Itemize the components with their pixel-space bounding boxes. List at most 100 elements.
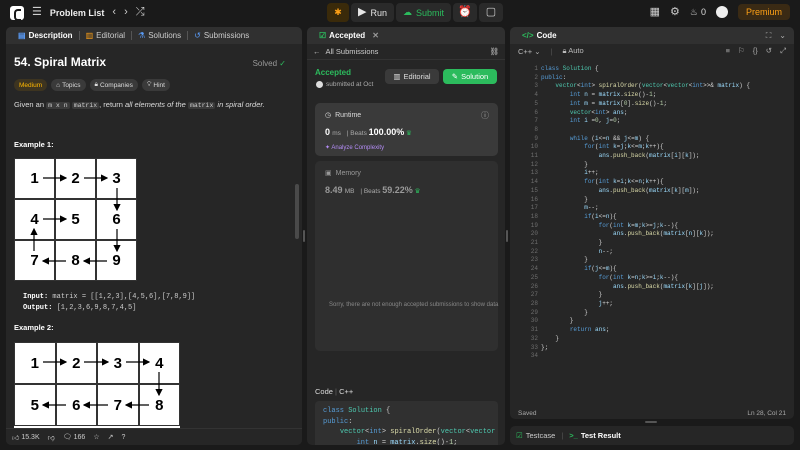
solution-label: Solution: [461, 72, 489, 81]
tab-testcase[interactable]: ☑ Testcase: [516, 431, 555, 440]
debug-button[interactable]: ✱: [327, 3, 349, 22]
shuffle-icon[interactable]: ⤮: [136, 7, 145, 18]
format-icon[interactable]: ≡: [726, 46, 730, 56]
comments-button[interactable]: 🗨︎ 166: [63, 433, 86, 442]
back-arrow-icon[interactable]: ←: [313, 47, 321, 56]
hint-tag[interactable]: 💡︎ Hint: [141, 79, 170, 91]
beats-label: Beats: [363, 188, 381, 195]
input-line: Input: matrix = [[1,2,3],[4,5,6],[7,8,9]…: [23, 292, 195, 303]
example-1-title: Example 1:: [14, 140, 54, 149]
next-problem-icon[interactable]: ›: [124, 7, 128, 18]
tab-submissions[interactable]: ↺ Submissions: [188, 27, 255, 44]
runtime-unit: ms: [332, 130, 341, 137]
dislike-button[interactable]: 👎︎: [48, 433, 55, 442]
bookmark-icon[interactable]: ⚐: [738, 46, 745, 56]
close-icon[interactable]: ✕: [372, 31, 379, 40]
note-icon: ▢: [485, 6, 497, 18]
memory-beats: | Beats 59.22% ♛: [358, 185, 421, 195]
desc-text: , return: [99, 100, 125, 109]
desc-emphasis: all elements of the: [124, 100, 186, 109]
tab-accepted-label: Accepted: [329, 31, 366, 40]
timer-button[interactable]: ⏰: [453, 3, 477, 22]
tab-code[interactable]: </> Code: [516, 27, 563, 44]
memory-number: 8.49: [325, 185, 343, 195]
code-editor-panel: </> Code ⛶ ⌄ C++ ⌄ | 🔒︎ Auto ≡ ⚐ {} ↺ ⤢ 1…: [510, 27, 794, 419]
maximize-icon[interactable]: ⛶: [766, 31, 772, 41]
hint-label: Hint: [153, 81, 165, 89]
memory-beats-value: 59.22%: [382, 185, 413, 195]
companies-label: Companies: [99, 81, 133, 89]
link-icon[interactable]: ⛓: [489, 47, 499, 56]
avatar[interactable]: [715, 6, 728, 18]
input-label: Input:: [23, 293, 49, 301]
editorial-button[interactable]: ▥ Editorial: [385, 69, 439, 84]
like-count: 15.3K: [21, 433, 40, 441]
code-language: C++: [339, 387, 354, 396]
comment-count: 166: [73, 433, 86, 441]
panel-resizer-handle[interactable]: [645, 421, 657, 423]
settings-icon[interactable]: ⚙: [670, 6, 680, 18]
beats-label: Beats: [350, 130, 367, 137]
help-icon[interactable]: ?: [121, 434, 125, 441]
problem-list-link[interactable]: Problem List: [50, 8, 105, 18]
memory-card[interactable]: ▣ Memory 8.49 MB | Beats 59.22% ♛: [315, 161, 498, 351]
editorial-label: Editorial: [403, 72, 431, 81]
cloud-upload-icon: ☁: [402, 7, 412, 17]
favorite-star-icon[interactable]: ☆: [93, 433, 99, 441]
collapse-icon[interactable]: ⌄: [779, 31, 786, 40]
tab-accepted[interactable]: ☑ Accepted ✕: [313, 27, 385, 44]
code-editor[interactable]: 1 2 3 4 5 6 7 8 9 10 11 12 13 14 15 16 1…: [510, 61, 794, 401]
auto-mode[interactable]: 🔒︎ Auto: [563, 46, 584, 56]
all-submissions-link[interactable]: All Submissions: [326, 47, 379, 56]
chip-icon: ▣: [325, 170, 332, 177]
streak-count: 0: [700, 7, 706, 17]
submitted-code[interactable]: class Solution { public: vector<int> spi…: [315, 401, 498, 445]
companies-tag[interactable]: 🔒︎ Companies: [89, 79, 138, 91]
tab-editorial[interactable]: ▥ Editorial: [80, 27, 131, 44]
tab-solutions[interactable]: ⚗ Solutions: [132, 27, 187, 44]
topics-tag[interactable]: ⌂ Topics: [51, 79, 86, 91]
solved-status: Solved ✓: [253, 59, 286, 68]
desc-text: Given an: [14, 100, 47, 109]
code-tabbar: </> Code ⛶ ⌄: [510, 27, 794, 44]
document-icon: ▤: [18, 31, 26, 40]
example-1-matrix: 123456789: [14, 158, 137, 281]
tab-code-label: Code: [536, 31, 557, 40]
scrollbar[interactable]: [295, 184, 299, 239]
submitted-info: submitted at Oct: [316, 81, 373, 88]
streak-counter[interactable]: ♨ 0: [690, 7, 706, 18]
prev-problem-icon[interactable]: ‹: [112, 7, 116, 18]
share-icon[interactable]: ↗: [108, 433, 114, 441]
memory-label: Memory: [335, 169, 361, 177]
premium-button[interactable]: Premium: [737, 4, 790, 20]
analyze-complexity-link[interactable]: ✦ Analyze Complexity: [325, 144, 384, 151]
tab-editorial-label: Editorial: [96, 31, 126, 40]
like-button[interactable]: 👍︎ 15.3K: [12, 433, 40, 442]
submitted-at-text: submitted at Oct: [326, 81, 374, 88]
expand-icon[interactable]: ⤢: [780, 46, 786, 56]
description-footer: 👍︎ 15.3K 👎︎ 🗨︎ 166 ☆ ↗ ?: [6, 428, 302, 445]
layout-icon[interactable]: ▦: [650, 6, 660, 18]
tab-test-result-label: Test Result: [580, 431, 621, 440]
panel-resizer-handle[interactable]: [506, 230, 508, 242]
tab-description[interactable]: ▤ Description: [12, 27, 79, 44]
problem-title[interactable]: 54. Spiral Matrix: [14, 55, 106, 69]
list-icon[interactable]: ☰: [32, 7, 42, 18]
solution-button[interactable]: ✎ Solution: [443, 69, 497, 84]
code-icon: </>: [522, 31, 534, 40]
run-button[interactable]: ▶ Run: [351, 3, 394, 22]
braces-icon[interactable]: {}: [753, 46, 758, 56]
code-header: Code | C++: [315, 387, 354, 396]
panel-resizer-handle[interactable]: [303, 230, 305, 242]
submit-button[interactable]: ☁ Submit: [395, 3, 451, 22]
runtime-card[interactable]: ◷ Runtime ⓘ 0 ms | Beats 100.00% ♛ ✦ Anal…: [315, 103, 498, 156]
language-select[interactable]: C++ ⌄: [518, 47, 541, 56]
tab-test-result[interactable]: >_ Test Result: [569, 431, 620, 440]
leetcode-logo[interactable]: [10, 5, 24, 21]
desc-code: matrix: [71, 102, 100, 109]
code-content[interactable]: class Solution { public: vector<int> spi…: [541, 65, 750, 352]
notes-button[interactable]: ▢: [479, 3, 503, 22]
info-icon[interactable]: ⓘ: [481, 110, 489, 121]
reset-icon[interactable]: ↺: [766, 46, 772, 56]
thumbs-up-icon: 👍︎: [12, 434, 20, 442]
